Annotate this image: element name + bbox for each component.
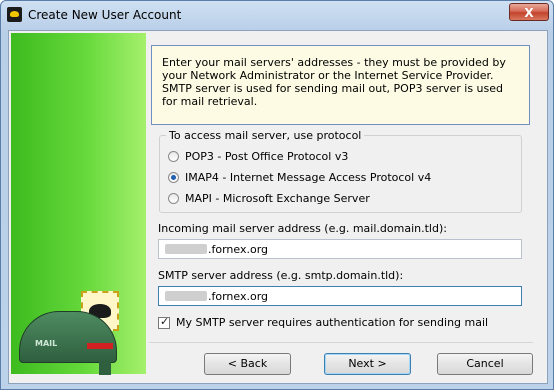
incoming-label: Incoming mail server address (e.g. mail.…: [158, 222, 447, 235]
redacted-text: [165, 291, 207, 301]
smtp-server-input[interactable]: .fornex.org: [158, 286, 522, 306]
protocol-group: To access mail server, use protocol POP3…: [159, 129, 522, 213]
separator: [149, 342, 533, 343]
dialog-body: MAIL Enter your mail servers' addresses …: [8, 30, 548, 384]
radio-imap4[interactable]: IMAP4 - Internet Message Access Protocol…: [168, 169, 431, 185]
dialog-window: Create New User Account X MAIL Enter you…: [0, 0, 554, 390]
title-bar[interactable]: Create New User Account X: [1, 1, 555, 29]
next-button[interactable]: Next >: [324, 353, 411, 375]
mailbox-label: MAIL: [35, 339, 58, 348]
info-box: Enter your mail servers' addresses - the…: [151, 45, 530, 125]
radio-icon: [168, 192, 179, 204]
incoming-server-input[interactable]: .fornex.org: [158, 239, 522, 259]
smtp-auth-label: My SMTP server requires authentication f…: [176, 316, 489, 329]
wizard-side-panel: MAIL: [11, 33, 146, 375]
mailbox-flag: [87, 343, 113, 349]
radio-icon: [168, 150, 179, 162]
bat-app-icon: [7, 7, 22, 22]
smtp-value: .fornex.org: [208, 290, 269, 303]
mailbox-post: [99, 361, 111, 375]
radio-label: MAPI - Microsoft Exchange Server: [185, 191, 370, 205]
cancel-button[interactable]: Cancel: [437, 353, 533, 375]
close-icon: X: [524, 6, 534, 20]
radio-mapi[interactable]: MAPI - Microsoft Exchange Server: [168, 190, 370, 206]
checkbox-checked-icon[interactable]: [158, 315, 170, 329]
smtp-auth-checkbox-row[interactable]: My SMTP server requires authentication f…: [158, 315, 489, 329]
radio-label: IMAP4 - Internet Message Access Protocol…: [185, 170, 432, 184]
radio-label: POP3 - Post Office Protocol v3: [185, 149, 349, 163]
protocol-group-legend: To access mail server, use protocol: [166, 129, 365, 142]
incoming-value: .fornex.org: [208, 243, 269, 256]
radio-selected-icon: [168, 171, 179, 183]
smtp-label: SMTP server address (e.g. smtp.domain.tl…: [158, 269, 404, 282]
back-button[interactable]: < Back: [204, 353, 291, 375]
mailbox-illustration: MAIL: [19, 291, 131, 375]
close-button[interactable]: X: [509, 3, 549, 21]
window-title: Create New User Account: [28, 8, 182, 22]
radio-pop3[interactable]: POP3 - Post Office Protocol v3: [168, 148, 348, 164]
redacted-text: [165, 244, 207, 254]
